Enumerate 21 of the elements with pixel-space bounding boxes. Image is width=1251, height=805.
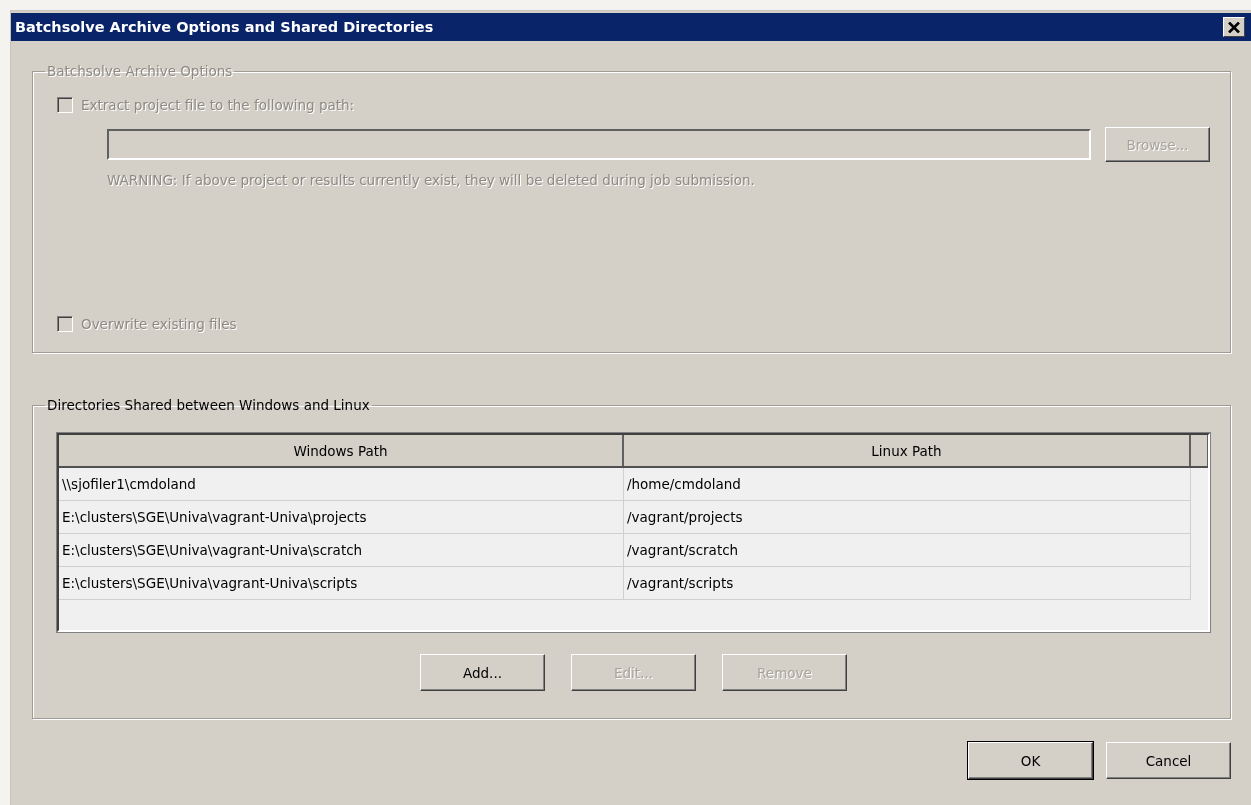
table-cell: E:\clusters\SGE\Univa\vagrant-Univa\scratch	[59, 534, 624, 566]
table-cell: \\sjofiler1\cmdoland	[59, 468, 624, 500]
table-cell: /home/cmdoland	[624, 468, 1191, 500]
table-cell: /vagrant/projects	[624, 501, 1191, 533]
table-cell: E:\clusters\SGE\Univa\vagrant-Univa\scripts	[59, 567, 624, 599]
table-action-button[interactable]: Add...	[420, 654, 545, 691]
group-legend: Batchsolve Archive Options	[45, 63, 235, 79]
group-legend: Directories Shared between Windows and Linux	[45, 397, 372, 413]
dialog-button[interactable]: OK	[968, 742, 1093, 779]
column-header[interactable]: Windows Path	[59, 435, 624, 466]
warning-text: WARNING: If above project or results currently exist, they will be deleted during job submission.	[107, 172, 756, 188]
column-header[interactable]: Linux Path	[624, 435, 1191, 466]
table-cell: E:\clusters\SGE\Univa\vagrant-Univa\projects	[59, 501, 624, 533]
checkbox-label: Overwrite existing files	[81, 316, 237, 332]
checkbox-label: Extract project file to the following path:	[81, 97, 355, 113]
table-cell: /vagrant/scratch	[624, 534, 1191, 566]
dialog-button[interactable]: Cancel	[1106, 742, 1231, 779]
table-cell: /vagrant/scripts	[624, 567, 1191, 599]
close-button[interactable]	[1223, 17, 1245, 37]
window-title: Batchsolve Archive Options and Shared Directories	[15, 19, 434, 35]
close-icon	[1228, 21, 1240, 33]
